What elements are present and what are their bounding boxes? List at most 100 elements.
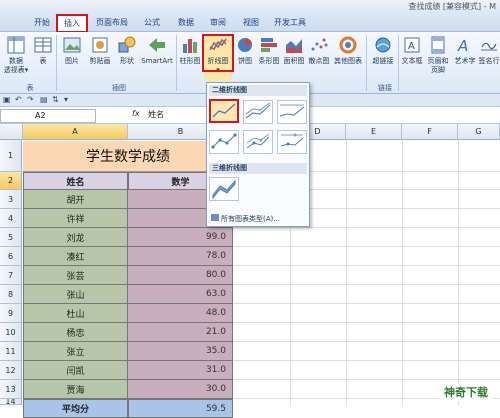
table-button[interactable]: 表 [32, 35, 54, 81]
score-cell[interactable]: 48.0 [128, 304, 233, 323]
row-header-6[interactable]: 6 [0, 247, 22, 266]
row-header-8[interactable]: 8 [0, 285, 22, 304]
header-footer-button[interactable]: 页眉和 页脚 [425, 35, 451, 81]
tab-review[interactable]: 审阅 [204, 15, 232, 32]
line-chart-option-4[interactable] [209, 130, 239, 154]
all-chart-types-link[interactable]: 所有图表类型(A)... [211, 214, 280, 224]
score-cell[interactable]: 78.0 [128, 247, 233, 266]
row-header-7[interactable]: 7 [0, 266, 22, 285]
clipart-label: 剪贴画 [89, 57, 111, 65]
row-header-3[interactable]: 3 [0, 190, 22, 209]
name-cell[interactable]: 凑红 [23, 247, 128, 266]
group-label-tables: 表 [26, 84, 34, 92]
fx-icon[interactable]: fx [132, 109, 140, 118]
tab-page-layout[interactable]: 页面布局 [92, 15, 132, 32]
shapes-label: 形状 [120, 57, 134, 65]
score-cell[interactable]: 31.0 [128, 361, 233, 380]
name-cell[interactable]: 张立 [23, 342, 128, 361]
column-header-g[interactable]: G [458, 124, 500, 140]
smartart-icon [149, 38, 165, 52]
gridline [402, 140, 403, 405]
header-footer-label-1: 页眉和 [427, 57, 449, 65]
score-cell[interactable]: 99.0 [128, 228, 233, 247]
scatter-chart-button[interactable]: 散点图 [307, 35, 331, 81]
name-cell[interactable]: 贾海 [23, 380, 128, 399]
pie-chart-button[interactable]: 饼图 [234, 35, 256, 81]
line-chart-option-2[interactable] [243, 100, 273, 124]
score-cell[interactable]: 35.0 [128, 342, 233, 361]
row-header-13[interactable]: 13 [0, 380, 22, 399]
score-cell[interactable]: 63.0 [128, 285, 233, 304]
tab-home[interactable]: 开始 [28, 15, 56, 32]
name-box[interactable]: A2 [0, 109, 96, 123]
average-label-cell[interactable]: 平均分 [23, 399, 128, 418]
line-chart-option-3[interactable] [277, 100, 307, 124]
wordart-button[interactable]: A 艺术字 [452, 35, 478, 81]
tab-insert[interactable]: 插入 [56, 14, 88, 33]
print-preview-icon[interactable]: ▤ [40, 95, 48, 104]
average-value-cell[interactable]: 59.5 [128, 399, 233, 418]
name-cell[interactable]: 杜山 [23, 304, 128, 323]
signature-line-button[interactable]: 签名行 [478, 35, 500, 81]
select-all-corner[interactable] [0, 124, 23, 140]
score-cell[interactable]: 30.0 [128, 380, 233, 399]
score-cell[interactable]: 80.0 [128, 266, 233, 285]
textbox-button[interactable]: A 文本框 [400, 35, 424, 81]
sort-icon[interactable]: ⇅ [52, 95, 59, 104]
line-chart-option-1[interactable] [209, 99, 239, 123]
name-cell[interactable]: 刘龙 [23, 228, 128, 247]
save-icon[interactable]: ▣ [3, 95, 11, 104]
column-header-f[interactable]: F [402, 124, 458, 140]
column-header-e[interactable]: E [346, 124, 402, 140]
row-header-2[interactable]: 2 [0, 172, 22, 190]
line-chart-option-6[interactable] [277, 130, 307, 154]
gridline [458, 140, 459, 405]
smartart-button[interactable]: SmartArt [140, 35, 174, 81]
shapes-button[interactable]: 形状 [116, 35, 138, 81]
clipart-button[interactable]: 剪贴画 [86, 35, 114, 81]
column-chart-button[interactable]: 柱形图 [178, 35, 202, 81]
pivot-table-button[interactable]: 数据 透视表▾ [2, 35, 30, 81]
tab-developer[interactable]: 开发工具 [270, 15, 310, 32]
table-title-cell[interactable]: 学生数学成绩 [23, 141, 233, 172]
formula-input[interactable]: 姓名 [148, 109, 164, 120]
other-charts-button[interactable]: 其他图表 [332, 35, 364, 81]
stacked-line-thumb-icon [245, 102, 271, 119]
hyperlink-button[interactable]: 超链接 [370, 35, 396, 81]
customize-toolbar-icon[interactable]: ▾ [64, 95, 68, 104]
name-cell[interactable]: 张山 [23, 285, 128, 304]
column-header-a[interactable]: A [23, 124, 128, 140]
name-cell[interactable]: 许祥 [23, 209, 128, 228]
line-chart-3d-option[interactable] [209, 177, 239, 201]
row-header-9[interactable]: 9 [0, 304, 22, 323]
row-header-14[interactable]: 14 [0, 399, 22, 405]
svg-text:A: A [457, 37, 468, 55]
row-header-4[interactable]: 4 [0, 209, 22, 228]
chart-types-icon [211, 214, 219, 221]
tab-formulas[interactable]: 公式 [138, 15, 166, 32]
name-cell[interactable]: 张芸 [23, 266, 128, 285]
undo-icon[interactable]: ↶ [15, 95, 22, 104]
tab-view[interactable]: 视图 [237, 15, 265, 32]
bar-chart-button[interactable]: 条形图 [257, 35, 281, 81]
row-header-11[interactable]: 11 [0, 342, 22, 361]
line-chart-gallery: 二维折线图 三维折线图 所有图表类型(A)... [206, 82, 310, 227]
header-name-cell[interactable]: 姓名 [23, 172, 128, 190]
row-header-10[interactable]: 10 [0, 323, 22, 342]
area-chart-icon [286, 39, 302, 53]
name-cell[interactable]: 闫凯 [23, 361, 128, 380]
redo-icon[interactable]: ↷ [27, 95, 34, 104]
picture-button[interactable]: 图片 [60, 35, 84, 81]
name-cell[interactable]: 胡开 [23, 190, 128, 209]
row-header-12[interactable]: 12 [0, 361, 22, 380]
line-markers-thumb-icon [211, 133, 237, 149]
header-footer-label-2: 页脚 [431, 66, 445, 74]
tab-data[interactable]: 数据 [172, 15, 200, 32]
name-cell[interactable]: 杨忠 [23, 323, 128, 342]
stacked-markers-thumb-icon [246, 133, 270, 149]
area-chart-button[interactable]: 面积图 [282, 35, 306, 81]
score-cell[interactable]: 21.0 [128, 323, 233, 342]
row-header-5[interactable]: 5 [0, 228, 22, 247]
row-header-1[interactable]: 1 [0, 140, 22, 172]
line-chart-option-5[interactable] [243, 130, 273, 154]
